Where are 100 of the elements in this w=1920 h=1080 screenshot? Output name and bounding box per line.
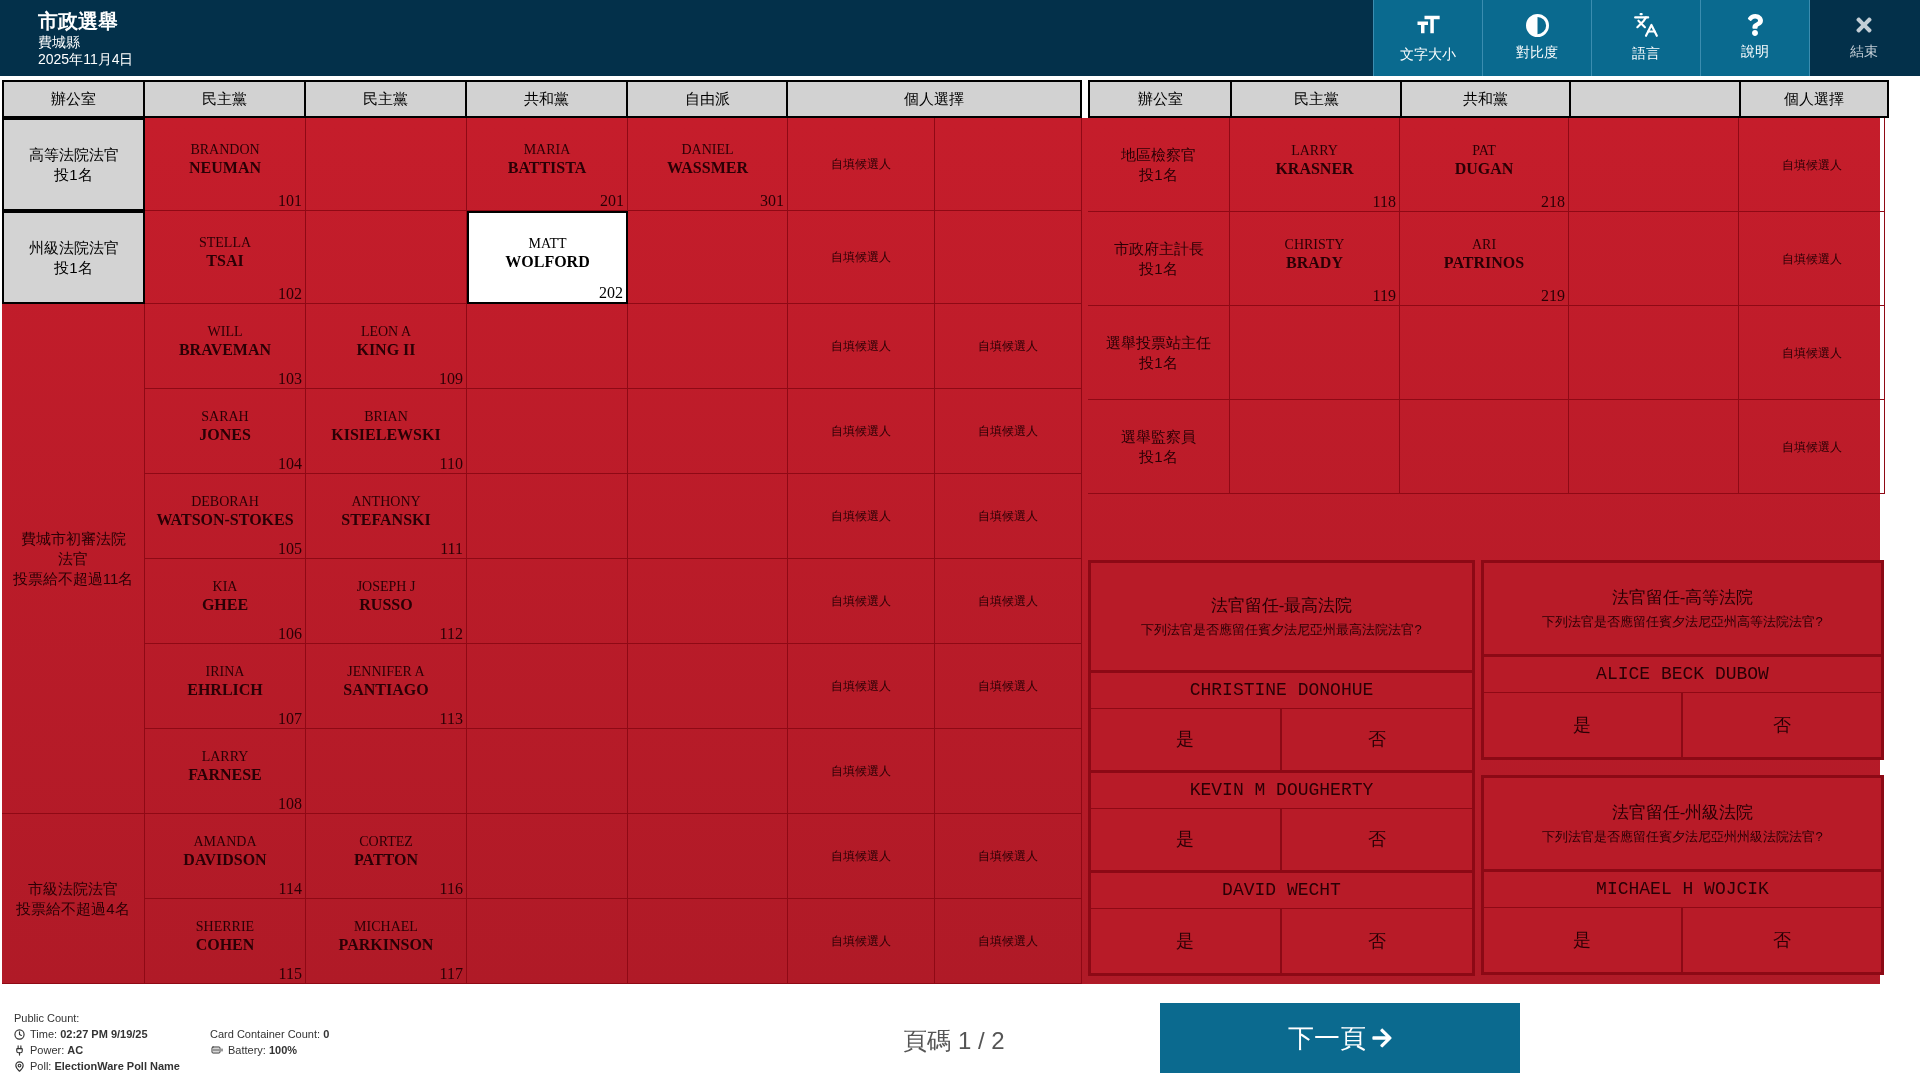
- language-icon: [1633, 12, 1659, 38]
- candidate-option[interactable]: PAT DUGAN 218: [1400, 118, 1569, 212]
- candidate-option[interactable]: JOSEPH J RUSSO 112: [306, 559, 467, 644]
- status-text: Battery: 100%: [228, 1043, 298, 1058]
- status-text: Card Container Count: 0: [210, 1027, 330, 1042]
- judge-name: ALICE BECK DUBOW: [1484, 657, 1881, 693]
- status-heading: Public Count:: [14, 1011, 80, 1026]
- column-header: 個人選擇: [1741, 82, 1887, 116]
- write-in-option[interactable]: 自填候選人: [935, 389, 1082, 474]
- write-in-option[interactable]: 自填候選人: [788, 644, 935, 729]
- column-header: 民主黨: [1232, 82, 1402, 116]
- write-in-option[interactable]: 自填候選人: [788, 211, 935, 304]
- write-in-option[interactable]: 自填候選人: [1739, 306, 1885, 400]
- clock-icon: [14, 1028, 25, 1040]
- retention-option[interactable]: 否: [1682, 693, 1881, 757]
- candidate-option[interactable]: JENNIFER A SANTIAGO 113: [306, 644, 467, 729]
- vote-limit: 投1名: [54, 164, 93, 185]
- retention-question: 下列法官是否應留任賓夕法尼亞州高等法院法官?: [1542, 613, 1823, 630]
- judge-name: MICHAEL H WOJCIK: [1484, 872, 1881, 908]
- candidate-option[interactable]: SARAH JONES 104: [145, 389, 306, 474]
- county-name: 費城縣: [38, 34, 81, 51]
- candidate-option[interactable]: LEON A KING II 109: [306, 304, 467, 389]
- vote-limit: 投1名: [54, 257, 93, 278]
- write-in-option[interactable]: 自填候選人: [1739, 118, 1885, 212]
- candidate-option[interactable]: STELLA TSAI 102: [145, 211, 306, 304]
- toolbar-button[interactable]: 文字大小: [1373, 0, 1482, 76]
- candidate-option[interactable]: AMANDA DAVIDSON 114: [145, 814, 306, 899]
- retention-option[interactable]: 否: [1281, 709, 1472, 770]
- write-in-option[interactable]: 自填候選人: [935, 899, 1082, 984]
- retention-title: 法官留任-州級法院: [1611, 802, 1754, 824]
- write-in-option[interactable]: 自填候選人: [788, 559, 935, 644]
- contrast-icon: [1525, 13, 1549, 37]
- column-header: 民主黨: [145, 82, 306, 116]
- column-header: 民主黨: [306, 82, 467, 116]
- write-in-option[interactable]: 自填候選人: [788, 814, 935, 899]
- retention-option[interactable]: 否: [1281, 809, 1472, 870]
- help-icon: [1746, 14, 1764, 36]
- office-title: 地區檢察官: [1121, 144, 1196, 165]
- column-header: 辦公室: [1090, 82, 1232, 116]
- write-in-option[interactable]: 自填候選人: [935, 304, 1082, 389]
- write-in-option[interactable]: 自填候選人: [788, 899, 935, 984]
- write-in-option[interactable]: 自填候選人: [788, 474, 935, 559]
- office-title: 州級法院法官: [28, 237, 119, 258]
- election-date: 2025年11月4日: [38, 51, 134, 68]
- candidate-option[interactable]: SHERRIE COHEN 115: [145, 899, 306, 984]
- judge-name: KEVIN M DOUGHERTY: [1091, 773, 1472, 809]
- candidate-option[interactable]: ARI PATRINOS 219: [1400, 212, 1569, 306]
- office-title: 費城市初審法院法官: [19, 528, 127, 569]
- write-in-option[interactable]: 自填候選人: [1739, 400, 1885, 494]
- candidate-option[interactable]: CHRISTY BRADY 119: [1230, 212, 1400, 306]
- candidate-option[interactable]: WILL BRAVEMAN 103: [145, 304, 306, 389]
- vote-limit: 投1名: [1139, 446, 1178, 467]
- candidate-option[interactable]: MICHAEL PARKINSON 117: [306, 899, 467, 984]
- retention-option[interactable]: 是: [1091, 709, 1282, 770]
- candidate-option[interactable]: CORTEZ PATTON 116: [306, 814, 467, 899]
- candidate-option[interactable]: LARRY FARNESE 108: [145, 729, 306, 814]
- retention-title: 法官留任-高等法院: [1611, 587, 1754, 609]
- toolbar-button[interactable]: 對比度: [1482, 0, 1591, 76]
- toolbar-button[interactable]: 語言: [1591, 0, 1700, 76]
- status-text: Time: 02:27 PM 9/19/25: [30, 1027, 148, 1042]
- write-in-option[interactable]: 自填候選人: [935, 814, 1082, 899]
- candidate-option[interactable]: IRINA EHRLICH 107: [145, 644, 306, 729]
- candidate-option[interactable]: BRIAN KISIELEWSKI 110: [306, 389, 467, 474]
- column-header: 共和黨: [1402, 82, 1571, 116]
- retention-question: 下列法官是否應留任賓夕法尼亞州最高法院法官?: [1141, 621, 1422, 638]
- candidate-option[interactable]: ANTHONY STEFANSKI 111: [306, 474, 467, 559]
- write-in-option[interactable]: 自填候選人: [935, 474, 1082, 559]
- candidate-option[interactable]: KIA GHEE 106: [145, 559, 306, 644]
- column-header: 個人選擇: [788, 82, 1080, 116]
- toolbar-button[interactable]: 說明: [1700, 0, 1809, 76]
- office-title: 市政府主計長: [1113, 238, 1204, 259]
- candidate-option[interactable]: DANIEL WASSMER 301: [628, 118, 788, 211]
- write-in-option[interactable]: 自填候選人: [788, 729, 935, 814]
- vote-limit: 投票給不超過4名: [16, 898, 130, 919]
- write-in-option[interactable]: 自填候選人: [788, 304, 935, 389]
- write-in-option[interactable]: 自填候選人: [1739, 212, 1885, 306]
- candidate-option[interactable]: LARRY KRASNER 118: [1230, 118, 1400, 212]
- office-title: 選舉投票站主任: [1106, 332, 1211, 353]
- retention-option[interactable]: 是: [1484, 693, 1683, 757]
- write-in-option[interactable]: 自填候選人: [935, 559, 1082, 644]
- retention-option[interactable]: 否: [1682, 908, 1881, 972]
- election-title: 市政選舉: [38, 9, 119, 34]
- vote-limit: 投1名: [1139, 352, 1178, 373]
- close-icon: [1854, 14, 1874, 36]
- candidate-option[interactable]: BRANDON NEUMAN 101: [145, 118, 306, 211]
- candidate-option[interactable]: MATT WOLFORD 202: [467, 211, 628, 304]
- column-header: 自由派: [628, 82, 788, 116]
- map-pin-icon: [14, 1060, 25, 1072]
- status-text: Poll: ElectionWare Poll Name: [30, 1059, 180, 1074]
- retention-option[interactable]: 是: [1091, 809, 1282, 870]
- write-in-option[interactable]: 自填候選人: [788, 389, 935, 474]
- retention-option[interactable]: 是: [1484, 908, 1683, 972]
- candidate-option[interactable]: DEBORAH WATSON-STOKES 105: [145, 474, 306, 559]
- next-page-button[interactable]: 下一頁: [1160, 1003, 1520, 1073]
- retention-option[interactable]: 是: [1091, 909, 1282, 973]
- retention-title: 法官留任-最高法院: [1210, 595, 1353, 617]
- arrow-right-icon: [1372, 1027, 1392, 1049]
- write-in-option[interactable]: 自填候選人: [788, 118, 935, 211]
- retention-option[interactable]: 否: [1281, 909, 1472, 973]
- write-in-option[interactable]: 自填候選人: [935, 644, 1082, 729]
